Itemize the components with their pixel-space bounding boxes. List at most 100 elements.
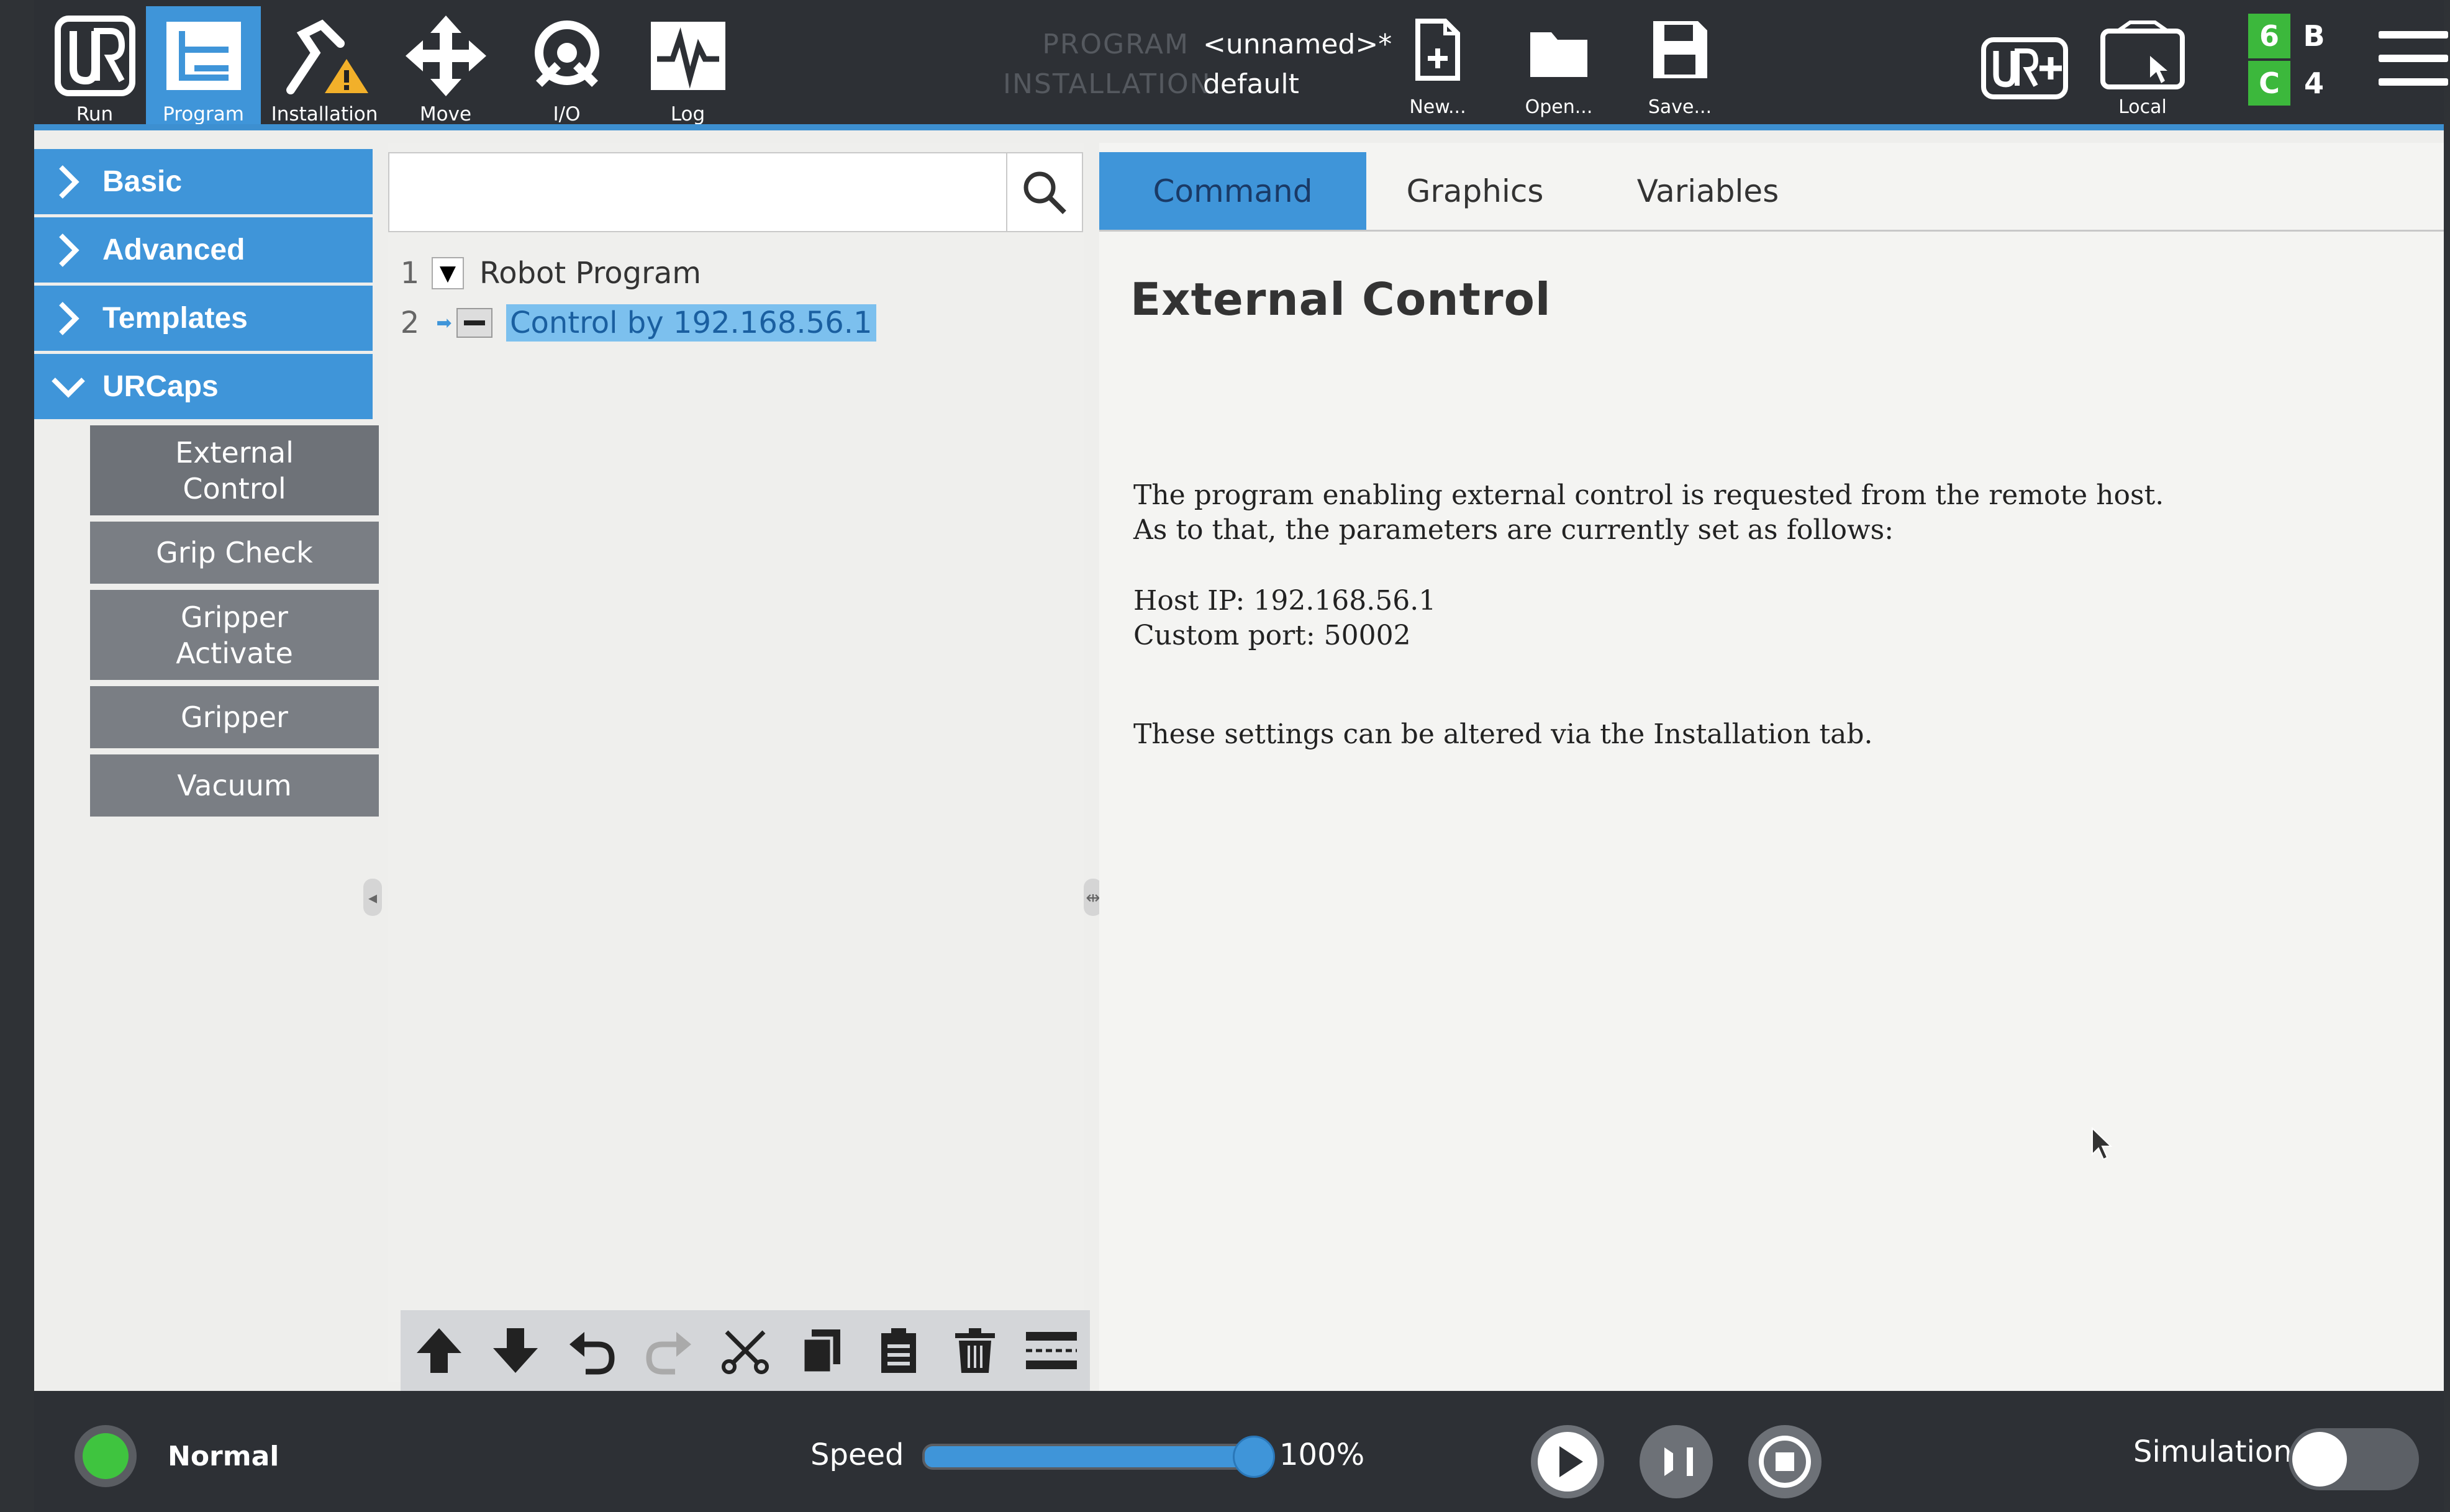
urplus-button[interactable] (1969, 12, 2080, 118)
installation-note: These settings can be altered via the In… (1133, 718, 1873, 750)
chevron-down-icon (34, 374, 102, 399)
sidebar-label: URCaps (102, 370, 219, 403)
nav-label: Run (76, 103, 114, 125)
nav-io[interactable]: I/O (509, 6, 624, 130)
hamburger-menu-icon[interactable] (2379, 31, 2448, 102)
urcap-label: External Control (175, 435, 294, 505)
ur-logo-icon (37, 12, 152, 99)
paste-icon[interactable] (871, 1323, 927, 1378)
node-minus-icon[interactable] (456, 308, 492, 338)
local-label: Local (2118, 96, 2167, 118)
speed-slider[interactable] (922, 1444, 1263, 1470)
speed-slider-knob[interactable] (1233, 1436, 1275, 1478)
tab-bar: Command Graphics Variables (1099, 152, 2444, 232)
delete-icon[interactable] (947, 1323, 1003, 1378)
move-down-icon[interactable] (488, 1323, 543, 1378)
program-key: PROGRAM (1042, 29, 1189, 60)
tab-variables[interactable]: Variables (1584, 152, 1832, 230)
line-number: 2 (400, 306, 420, 340)
status-grid[interactable]: 6 B C 4 (2248, 14, 2335, 107)
new-label: New... (1409, 96, 1466, 118)
redo-icon[interactable] (641, 1323, 697, 1378)
tree-label: Control by 192.168.56.1 (506, 304, 876, 342)
urcap-label: Gripper Activate (176, 600, 293, 670)
content-area: Basic Advanced Templates URCaps External… (34, 130, 2444, 1391)
simulation-toggle[interactable] (2289, 1428, 2419, 1490)
open-button[interactable]: Open... (1506, 12, 1612, 118)
installation-name: default (1203, 68, 1299, 100)
tree-row-selected[interactable]: 2 ➡ Control by 192.168.56.1 (388, 301, 876, 345)
status-top-right: B (2303, 19, 2325, 53)
nav-move[interactable]: Move (388, 6, 503, 130)
step-icon (1664, 1447, 1693, 1476)
urcap-grip-check[interactable]: Grip Check (90, 522, 379, 584)
chevron-right-icon (34, 300, 102, 337)
chevron-right-icon (34, 163, 102, 201)
undo-icon[interactable] (564, 1323, 620, 1378)
sidebar-collapse-handle[interactable]: ◂ (363, 879, 382, 916)
speed-label: Speed (810, 1437, 904, 1472)
program-name: <unnamed>* (1203, 29, 1392, 60)
custom-port-text: Custom port: 50002 (1133, 620, 1411, 651)
log-icon (630, 12, 745, 99)
save-icon (1653, 21, 1707, 78)
tree-row[interactable]: 1 ▼ Robot Program (388, 251, 701, 295)
stop-button[interactable] (1748, 1425, 1822, 1498)
nav-log[interactable]: Log (630, 6, 745, 130)
status-bottom-right: 4 (2303, 66, 2324, 100)
sidebar-advanced[interactable]: Advanced (34, 217, 373, 283)
sidebar-basic[interactable]: Basic (34, 149, 373, 214)
status-bottom-left: C (2248, 61, 2290, 106)
new-button[interactable]: New... (1385, 12, 1490, 118)
simulation-label: Simulation (2133, 1434, 2292, 1469)
speed-value: 100% (1279, 1437, 1365, 1472)
nav-program[interactable]: Program (146, 6, 261, 130)
mouse-cursor-icon (2092, 1127, 2113, 1161)
sidebar-urcaps[interactable]: URCaps (34, 354, 373, 419)
top-accent-line (34, 124, 2444, 130)
tab-graphics[interactable]: Graphics (1366, 152, 1584, 230)
urcap-label: Vacuum (177, 769, 292, 802)
robot-status-indicator[interactable] (75, 1425, 137, 1487)
nav-label: Log (670, 103, 706, 125)
status-top-left: 6 (2248, 14, 2290, 58)
stop-icon (1759, 1436, 1811, 1488)
save-button[interactable]: Save... (1627, 12, 1733, 118)
description-line-1: The program enabling external control is… (1133, 479, 2164, 511)
sidebar-label: Basic (102, 165, 183, 198)
step-button[interactable] (1640, 1425, 1713, 1498)
sidebar-label: Templates (102, 302, 248, 335)
folder-icon (1530, 32, 1587, 77)
nav-label: Move (419, 103, 472, 125)
nav-installation[interactable]: Installation (267, 6, 382, 130)
bottom-bar: Normal Speed 100% Simulation (34, 1391, 2444, 1512)
play-button[interactable] (1531, 1425, 1604, 1498)
sidebar-templates[interactable]: Templates (34, 286, 373, 351)
copy-icon[interactable] (794, 1323, 850, 1378)
suppress-icon[interactable] (1023, 1323, 1079, 1378)
tree-search-input[interactable] (388, 152, 1083, 232)
line-number: 1 (400, 256, 420, 291)
sidebar-label: Advanced (102, 233, 245, 266)
search-icon[interactable] (1006, 153, 1082, 231)
description-line-2: As to that, the parameters are currently… (1133, 514, 1894, 546)
program-info: PROGRAM <unnamed>* INSTALLATIONdefault (1003, 25, 1392, 104)
command-panel: Command Graphics Variables External Cont… (1099, 143, 2444, 1391)
play-icon (1538, 1432, 1597, 1492)
collapse-toggle-icon[interactable]: ▼ (432, 257, 464, 289)
urcap-gripper[interactable]: Gripper (90, 686, 379, 748)
local-control-button[interactable]: Local (2080, 12, 2205, 118)
cut-icon[interactable] (717, 1323, 773, 1378)
urcap-vacuum[interactable]: Vacuum (90, 754, 379, 817)
nav-label: I/O (553, 103, 581, 125)
move-up-icon[interactable] (411, 1323, 467, 1378)
tree-toolbar (401, 1310, 1090, 1391)
save-label: Save... (1648, 96, 1712, 118)
nav-run[interactable]: Run (37, 6, 152, 130)
move-icon (388, 12, 503, 99)
io-icon (509, 12, 624, 99)
new-file-icon (1415, 19, 1460, 81)
urcap-gripper-activate[interactable]: Gripper Activate (90, 590, 379, 680)
urcap-external-control[interactable]: External Control (90, 425, 379, 515)
tab-command[interactable]: Command (1099, 152, 1366, 230)
